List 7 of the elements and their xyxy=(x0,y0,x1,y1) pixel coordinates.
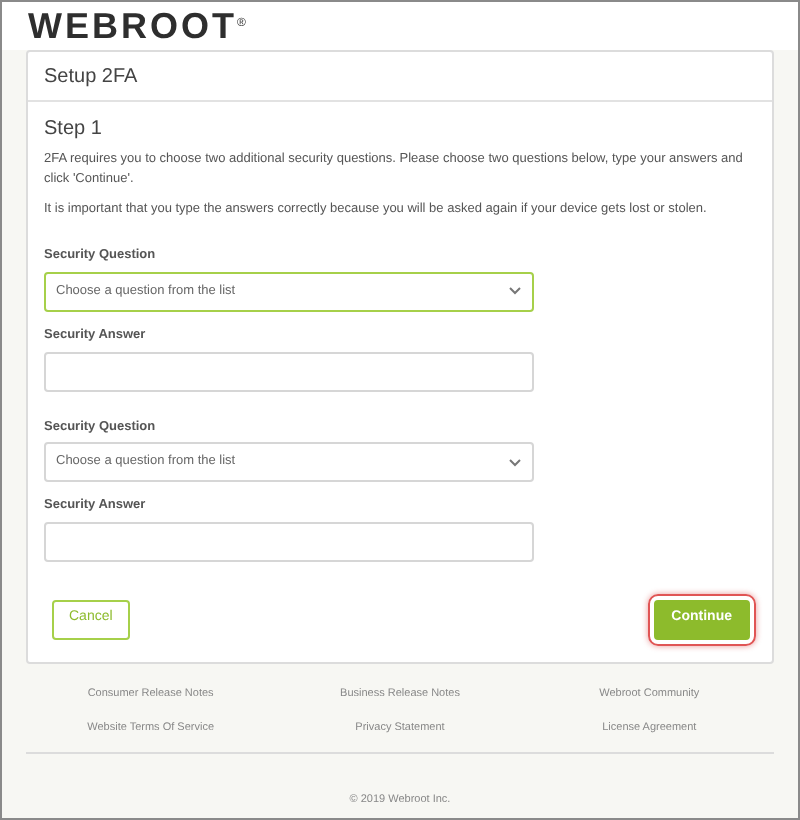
logo: WEBROOT$^{®}$ xyxy=(28,6,249,46)
answer-field[interactable] xyxy=(44,522,534,562)
answer-field[interactable] xyxy=(44,351,534,391)
chevron-down-icon xyxy=(508,457,522,468)
step-title: Step 1 xyxy=(44,116,104,144)
chevron-down-icon xyxy=(508,286,522,297)
card-title: Setup 2FA xyxy=(44,63,138,91)
